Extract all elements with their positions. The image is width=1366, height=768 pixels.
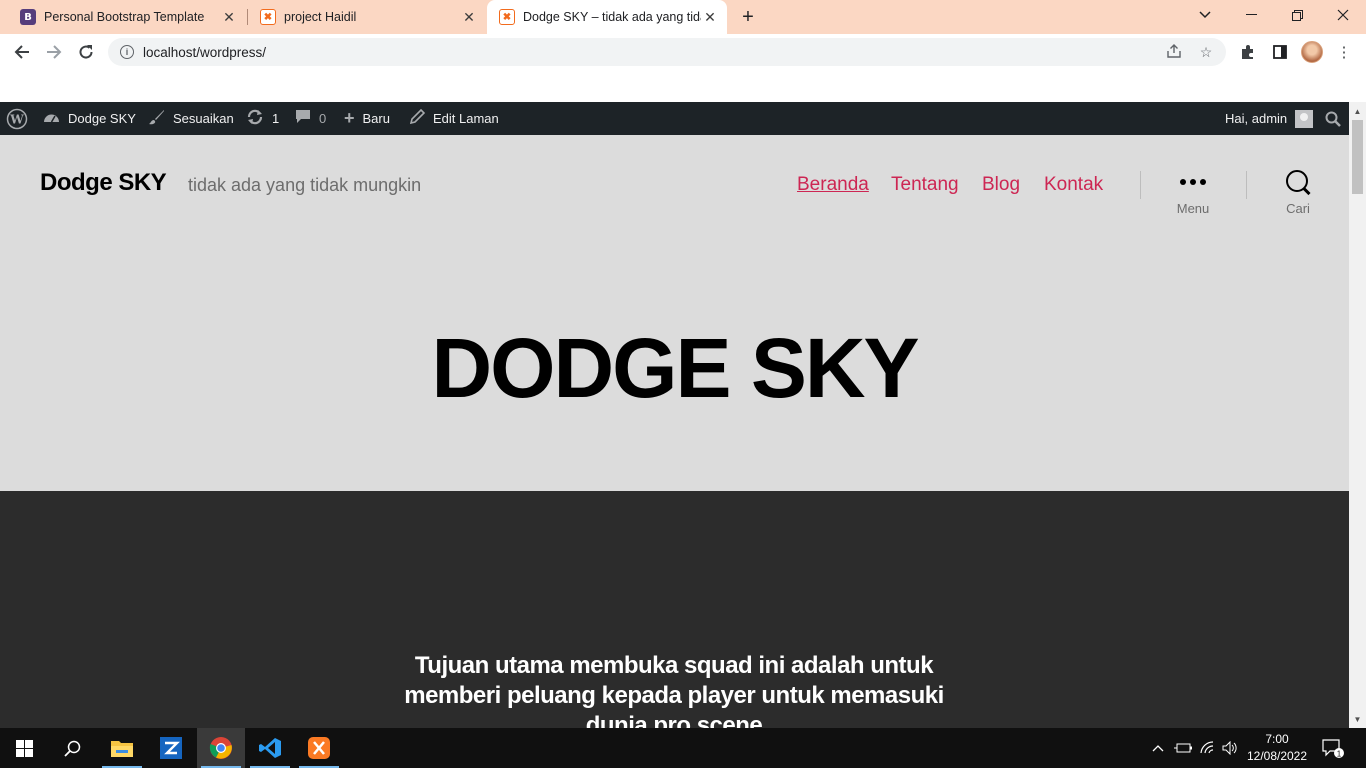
- bootstrap-icon: B: [20, 9, 36, 25]
- admin-bar-updates[interactable]: 1: [246, 102, 279, 135]
- intro-section: Tujuan utama membuka squad ini adalah un…: [0, 491, 1349, 728]
- clock-date: 12/08/2022: [1246, 749, 1308, 763]
- back-arrow-icon[interactable]: [8, 38, 36, 66]
- search-icon: [1285, 169, 1311, 195]
- menu-toggle-button[interactable]: Menu: [1153, 169, 1233, 216]
- bookmark-star-icon[interactable]: ☆: [1194, 44, 1218, 61]
- close-icon[interactable]: ✕: [460, 8, 478, 26]
- close-window-button[interactable]: [1320, 0, 1366, 30]
- scrollbar-thumb[interactable]: [1352, 120, 1363, 194]
- tab-title: Dodge SKY – tidak ada yang tidak mungkin: [523, 10, 701, 24]
- notification-count: 1: [1337, 750, 1342, 759]
- menu-label: Menu: [1176, 201, 1210, 216]
- admin-bar-comments[interactable]: 0: [295, 102, 326, 135]
- nav-item-kontak[interactable]: Kontak: [1044, 174, 1103, 196]
- greeting-label: Hai, admin: [1225, 111, 1288, 126]
- dashboard-gauge-icon: [43, 110, 60, 128]
- scroll-down-arrow-icon[interactable]: ▼: [1349, 711, 1366, 727]
- page-scrollbar[interactable]: ▲ ▼: [1349, 102, 1366, 728]
- page-viewport: Dodge SKY tidak ada yang tidak mungkin B…: [0, 135, 1349, 728]
- site-info-icon[interactable]: i: [120, 45, 134, 59]
- reload-icon[interactable]: [72, 38, 100, 66]
- system-clock[interactable]: 7:00 12/08/2022: [1244, 731, 1310, 765]
- comment-bubble-icon: [295, 109, 311, 128]
- admin-bar-edit-page[interactable]: Edit Laman: [409, 102, 499, 135]
- tab-dodge-sky[interactable]: ✖ Dodge SKY – tidak ada yang tidak mungk…: [487, 0, 727, 34]
- admin-bar-site-name[interactable]: Dodge SKY: [43, 102, 136, 135]
- site-title[interactable]: Dodge SKY: [40, 169, 167, 197]
- browser-menu-kebab-icon[interactable]: ⋮: [1332, 40, 1356, 64]
- extensions-puzzle-icon[interactable]: [1236, 40, 1260, 64]
- site-tagline: tidak ada yang tidak mungkin: [188, 175, 422, 195]
- new-label: Baru: [362, 111, 390, 126]
- updates-refresh-icon: [246, 109, 264, 129]
- search-label: Cari: [1286, 201, 1310, 216]
- wp-admin-bar: W Dodge SKY Sesuaikan 1 0 + Baru Edit La…: [0, 102, 1349, 135]
- url-text: localhost/wordpress/: [143, 44, 267, 60]
- tab-title: Personal Bootstrap Template: [44, 10, 205, 24]
- side-panel-icon[interactable]: [1268, 40, 1292, 64]
- search-toggle-button[interactable]: Cari: [1258, 169, 1338, 216]
- tab-personal-bootstrap[interactable]: B Personal Bootstrap Template ✕: [8, 0, 246, 34]
- admin-bar-customize[interactable]: Sesuaikan: [149, 102, 234, 135]
- share-icon[interactable]: [1162, 43, 1186, 61]
- chrome-icon[interactable]: [197, 728, 245, 768]
- address-bar[interactable]: i localhost/wordpress/ ☆: [108, 38, 1226, 66]
- battery-icon[interactable]: [1174, 728, 1192, 768]
- nav-item-blog[interactable]: Blog: [982, 174, 1020, 196]
- restore-button[interactable]: [1274, 0, 1320, 30]
- nav-item-beranda[interactable]: Beranda: [797, 174, 869, 196]
- minimize-button[interactable]: [1228, 0, 1274, 30]
- browser-tab-strip: B Personal Bootstrap Template ✕ ✖ projec…: [0, 0, 1366, 34]
- updates-count: 1: [272, 111, 280, 126]
- forward-arrow-icon[interactable]: [40, 38, 68, 66]
- close-icon[interactable]: ✕: [220, 8, 238, 26]
- tab-search-chevron-icon[interactable]: [1182, 0, 1228, 30]
- notification-center-icon[interactable]: 1: [1322, 728, 1344, 768]
- wifi-icon[interactable]: [1200, 728, 1216, 768]
- xampp-icon: ✖: [499, 9, 515, 25]
- taskbar-search-icon[interactable]: [48, 728, 96, 768]
- profile-avatar[interactable]: [1301, 41, 1323, 63]
- scroll-up-arrow-icon[interactable]: ▲: [1349, 103, 1366, 119]
- vscode-icon[interactable]: [246, 728, 294, 768]
- avatar: [1295, 109, 1314, 128]
- ellipsis-icon: [1153, 169, 1233, 195]
- admin-bar-search-icon[interactable]: [1325, 102, 1341, 135]
- intro-text: Tujuan utama membuka squad ini adalah un…: [404, 652, 944, 728]
- header-divider: [1140, 171, 1141, 199]
- comments-count: 0: [319, 111, 327, 126]
- wordpress-logo-icon[interactable]: W: [6, 102, 28, 135]
- header-divider: [1246, 171, 1247, 199]
- site-header: Dodge SKY tidak ada yang tidak mungkin B…: [0, 135, 1349, 491]
- browser-toolbar: i localhost/wordpress/ ☆ ⋮: [0, 34, 1366, 70]
- nav-item-tentang[interactable]: Tentang: [891, 174, 959, 196]
- clock-time: 7:00: [1265, 732, 1289, 746]
- pencil-icon: [409, 108, 426, 128]
- brush-icon: [149, 109, 165, 129]
- xampp-taskbar-icon[interactable]: [295, 728, 343, 768]
- windows-start-icon[interactable]: [0, 728, 48, 768]
- tab-project-haidil[interactable]: ✖ project Haidil ✕: [248, 0, 486, 34]
- zend-studio-icon[interactable]: [147, 728, 195, 768]
- hero-title: DODGE SKY: [431, 321, 919, 415]
- windows-taskbar: 7:00 12/08/2022 1: [0, 728, 1366, 768]
- volume-icon[interactable]: [1222, 728, 1238, 768]
- admin-bar-new[interactable]: + Baru: [344, 102, 390, 135]
- xampp-icon: ✖: [260, 9, 276, 25]
- svg-text:W: W: [9, 112, 24, 126]
- plus-icon: +: [344, 108, 355, 128]
- edit-page-label: Edit Laman: [433, 111, 499, 126]
- close-icon[interactable]: ✕: [701, 8, 719, 26]
- site-name-label: Dodge SKY: [68, 111, 136, 126]
- file-explorer-icon[interactable]: [98, 728, 146, 768]
- tab-title: project Haidil: [284, 10, 357, 24]
- show-hidden-icons-chevron-icon[interactable]: [1152, 728, 1164, 768]
- customize-label: Sesuaikan: [173, 111, 234, 126]
- new-tab-button[interactable]: +: [736, 6, 760, 28]
- admin-bar-my-account[interactable]: Hai, admin: [1225, 102, 1314, 135]
